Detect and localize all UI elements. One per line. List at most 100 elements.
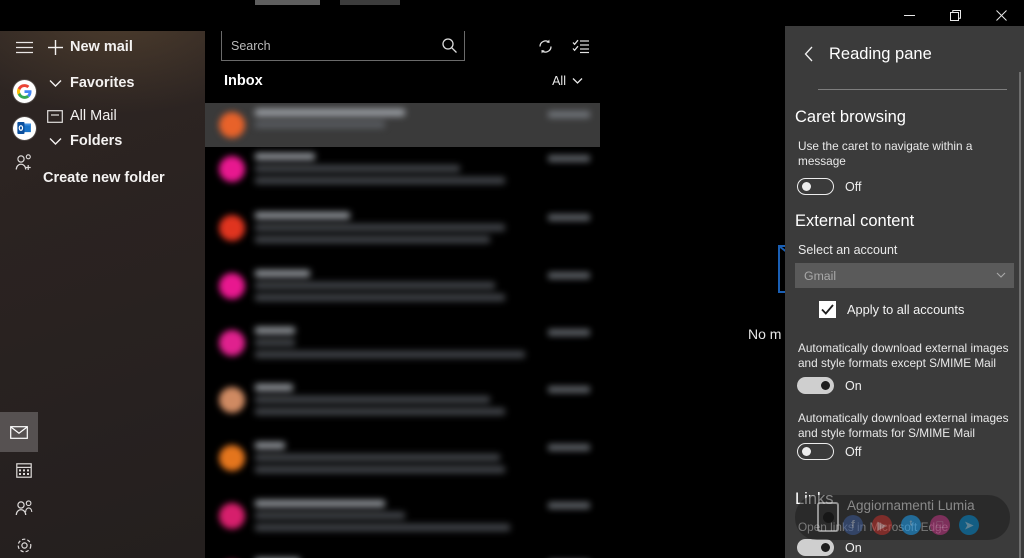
toggle-switch[interactable] [797, 178, 834, 195]
message-list-item[interactable] [205, 206, 600, 264]
add-person-icon[interactable] [4, 142, 44, 182]
avatar [219, 156, 245, 182]
message-preview-blurred [255, 212, 592, 248]
caret-browsing-toggle[interactable]: Off [797, 178, 861, 195]
instagram-icon: □ [930, 515, 950, 535]
message-preview-blurred [255, 442, 592, 478]
message-preview-blurred [255, 270, 592, 306]
avatar [219, 330, 245, 356]
message-preview-blurred [255, 153, 592, 189]
settings-scrollbar[interactable] [1019, 72, 1021, 558]
phone-icon [817, 502, 839, 532]
sidebar-item-label: Favorites [70, 75, 135, 91]
toggle-switch[interactable] [797, 377, 834, 394]
message-timestamp-blurred [548, 329, 590, 336]
sidebar-item-label: New mail [70, 39, 133, 55]
navigation-sidebar: Mail [0, 0, 205, 558]
sync-icon[interactable] [531, 32, 559, 60]
avatar [219, 387, 245, 413]
sidebar-item-people[interactable] [4, 488, 44, 528]
message-list-item[interactable] [205, 321, 600, 378]
avatar [219, 445, 245, 471]
toggle-state-label: Off [845, 444, 862, 459]
hamburger-icon[interactable] [4, 27, 44, 67]
plus-icon [40, 39, 70, 55]
message-list-item[interactable] [205, 147, 600, 206]
avatar [219, 215, 245, 241]
message-timestamp-blurred [548, 502, 590, 509]
chevron-down-icon [572, 78, 583, 84]
watermark-overlay: Aggiornamenti Lumia f ▶ ᵗ □ ➤ [795, 495, 1010, 540]
sidebar-item-mail[interactable] [0, 412, 38, 452]
create-new-folder-button[interactable]: Create new folder [43, 162, 165, 194]
section-heading-external-content: External content [795, 212, 915, 230]
section-heading-caret-browsing: Caret browsing [795, 108, 906, 126]
open-links-toggle[interactable]: On [797, 539, 862, 556]
sidebar-item-label: All Mail [70, 108, 117, 124]
toggle-switch[interactable] [797, 443, 834, 460]
select-account-label: Select an account [798, 243, 898, 257]
sidebar-item-new-mail[interactable]: New mail [40, 31, 133, 63]
message-list-item[interactable] [205, 436, 600, 494]
search-input[interactable] [222, 38, 434, 53]
watermark-social-icons: f ▶ ᵗ □ ➤ [843, 515, 979, 535]
chevron-down-icon [996, 272, 1006, 278]
message-list-pane: Inbox All [205, 0, 600, 558]
google-logo-icon[interactable] [4, 71, 44, 111]
create-new-folder-label: Create new folder [43, 170, 165, 186]
account-dropdown-value: Gmail [804, 268, 837, 283]
settings-flyout: Reading pane Caret browsing Use the care… [785, 26, 1024, 558]
avatar [219, 503, 245, 529]
message-preview-blurred [255, 500, 592, 536]
apply-to-all-accounts-checkbox[interactable]: Apply to all accounts [819, 301, 964, 318]
sidebar-item-favorites[interactable]: Favorites [40, 67, 134, 99]
checkbox-label: Apply to all accounts [847, 302, 965, 317]
toggle-switch[interactable] [797, 539, 834, 556]
external-images-toggle-2[interactable]: Off [797, 443, 861, 460]
search-box[interactable] [221, 30, 465, 61]
folder-title: Inbox [224, 73, 263, 89]
filter-label: All [552, 74, 566, 88]
sidebar-item-label: Folders [70, 133, 123, 149]
account-dropdown[interactable]: Gmail [795, 263, 1014, 288]
message-list-item[interactable] [205, 494, 600, 552]
checkbox-box[interactable] [819, 301, 836, 318]
chevron-down-icon [40, 137, 70, 146]
settings-title: Reading pane [829, 44, 932, 63]
chevron-down-icon [40, 79, 70, 88]
message-list-item[interactable] [205, 264, 600, 321]
archive-icon [40, 109, 70, 123]
message-list-item[interactable] [205, 552, 600, 558]
twitter-icon: ᵗ [901, 515, 921, 535]
facebook-icon: f [843, 515, 863, 535]
sidebar-item-calendar[interactable] [4, 450, 44, 490]
external-images-toggle-1[interactable]: On [797, 377, 862, 394]
message-timestamp-blurred [548, 111, 590, 118]
message-rows[interactable] [205, 103, 600, 558]
caret-browsing-description: Use the caret to navigate within a messa… [798, 139, 973, 168]
back-chevron-icon[interactable] [791, 39, 827, 69]
external-images-description-2: Automatically download external images a… [798, 411, 1009, 440]
toggle-state-label: Off [845, 179, 862, 194]
message-timestamp-blurred [548, 155, 590, 162]
empty-reading-pane-text: No m [748, 326, 782, 342]
selection-mode-icon[interactable] [567, 32, 595, 60]
avatar [219, 273, 245, 299]
header-divider [818, 89, 1007, 90]
telegram-icon: ➤ [959, 515, 979, 535]
settings-header: Reading pane [785, 36, 1024, 72]
message-preview-blurred [255, 327, 592, 363]
sidebar-item-folders[interactable]: Folders [40, 125, 122, 157]
filter-dropdown[interactable]: All [552, 74, 583, 88]
message-timestamp-blurred [548, 444, 590, 451]
watermark-text: Aggiornamenti Lumia [847, 498, 975, 513]
message-list-item[interactable] [205, 103, 600, 147]
search-icon[interactable] [434, 37, 464, 54]
sidebar-item-settings[interactable] [4, 525, 44, 558]
message-list-item[interactable] [205, 378, 600, 436]
toggle-state-label: On [845, 540, 862, 555]
toggle-state-label: On [845, 378, 862, 393]
message-timestamp-blurred [548, 214, 590, 221]
message-preview-blurred [255, 109, 592, 133]
message-preview-blurred [255, 384, 592, 420]
